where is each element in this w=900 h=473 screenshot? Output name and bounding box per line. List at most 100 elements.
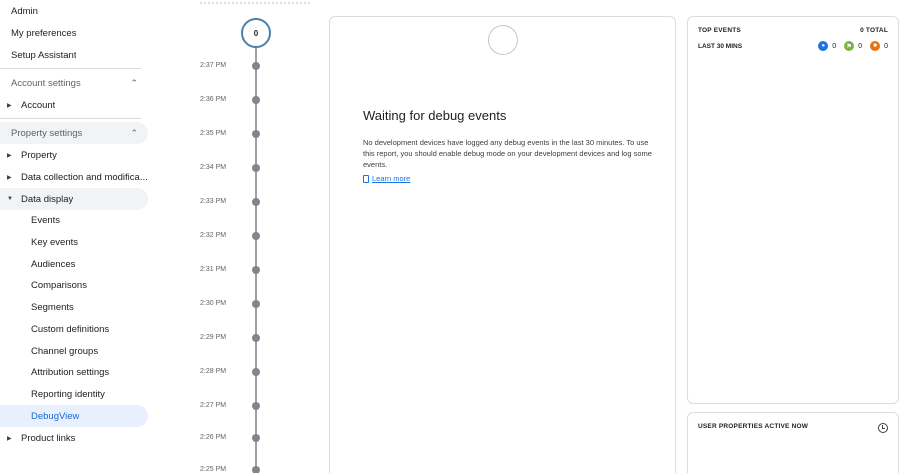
timeline-time: 2:28 PM	[200, 368, 227, 375]
nav-key-events[interactable]: Key events	[0, 231, 148, 253]
nav-data-display-label: Data display	[21, 193, 74, 205]
timeline-dot[interactable]	[252, 368, 260, 376]
timeline-dot[interactable]	[252, 62, 260, 70]
timeline-dot[interactable]	[252, 96, 260, 104]
nav-my-preferences-label: My preferences	[11, 27, 77, 39]
nav-property[interactable]: ▶ Property	[0, 144, 148, 166]
nav-reporting-identity[interactable]: Reporting identity	[0, 383, 148, 405]
timeline-time: 2:34 PM	[200, 164, 227, 171]
timeline-tick[interactable]: 2:28 PM	[180, 366, 320, 378]
panel-title: Waiting for debug events	[363, 108, 507, 123]
timeline-dot[interactable]	[252, 232, 260, 240]
nav-admin-label: Admin	[11, 5, 38, 17]
person-count[interactable]: ● 0	[818, 41, 836, 51]
nav-events[interactable]: Events	[0, 209, 148, 231]
user-properties-title: USER PROPERTIES ACTIVE NOW	[698, 423, 809, 430]
timeline-tick[interactable]: 2:37 PM	[180, 60, 320, 72]
nav-product-links[interactable]: ▶ Product links	[0, 427, 148, 449]
timeline-time: 2:33 PM	[200, 198, 227, 205]
nav-setup-assistant[interactable]: Setup Assistant	[0, 44, 148, 66]
nav-channel-groups-label: Channel groups	[31, 345, 99, 357]
nav-account-label: Account	[21, 99, 56, 111]
nav-account[interactable]: ▶ Account	[0, 94, 148, 116]
timeline-time: 2:36 PM	[200, 96, 227, 103]
timeline-count: 0	[253, 28, 259, 38]
flag-count[interactable]: ⚑ 0	[844, 41, 862, 51]
nav-events-label: Events	[31, 214, 61, 226]
nav-segments-label: Segments	[31, 301, 74, 313]
top-events-total: 0 TOTAL	[860, 27, 888, 34]
nav-custom-definitions[interactable]: Custom definitions	[0, 318, 148, 340]
timeline-tick[interactable]: 2:26 PM	[180, 432, 320, 444]
user-properties-header: USER PROPERTIES ACTIVE NOW	[698, 423, 888, 433]
panel-description: No development devices have logged any d…	[363, 138, 652, 169]
history-icon[interactable]	[878, 423, 888, 433]
caret-right-icon: ▶	[7, 174, 12, 181]
timeline-dot[interactable]	[252, 402, 260, 410]
section-property-settings[interactable]: Property settings ⌃	[0, 122, 148, 144]
nav-segments[interactable]: Segments	[0, 296, 148, 318]
nav-audiences-label: Audiences	[31, 258, 76, 270]
nav-comparisons[interactable]: Comparisons	[0, 274, 148, 296]
nav-channel-groups[interactable]: Channel groups	[0, 340, 148, 362]
learn-more-link[interactable]: Learn more	[363, 174, 410, 183]
timeline-tick[interactable]: 2:33 PM	[180, 196, 320, 208]
timeline-tick[interactable]: 2:32 PM	[180, 230, 320, 242]
timeline-dot[interactable]	[252, 434, 260, 442]
timeline-tick[interactable]: 2:35 PM	[180, 128, 320, 140]
nav-admin[interactable]: Admin	[0, 0, 148, 22]
nav-attribution-settings-label: Attribution settings	[31, 366, 110, 378]
person-count-value: 0	[832, 42, 837, 50]
top-events-title: TOP EVENTS	[698, 27, 741, 34]
person-icon: ●	[818, 41, 829, 51]
caret-down-icon: ▼	[7, 196, 13, 202]
timeline-tick[interactable]: 2:31 PM	[180, 264, 320, 276]
flag-icon: ⚑	[844, 41, 855, 51]
timeline-tick[interactable]: 2:30 PM	[180, 298, 320, 310]
chevron-up-icon: ⌃	[130, 77, 138, 88]
nav-my-preferences[interactable]: My preferences	[0, 22, 148, 44]
timeline-dot[interactable]	[252, 164, 260, 172]
nav-key-events-label: Key events	[31, 236, 78, 248]
timeline-count-circle[interactable]: 0	[241, 18, 271, 48]
timeline-time: 2:25 PM	[200, 466, 227, 473]
timeline-dot[interactable]	[252, 130, 260, 138]
timeline-time: 2:27 PM	[200, 402, 227, 409]
timeline-time: 2:26 PM	[200, 434, 227, 441]
nav-reporting-identity-label: Reporting identity	[31, 388, 105, 400]
nav-comparisons-label: Comparisons	[31, 279, 87, 291]
timeline-tick[interactable]: 2:25 PM	[180, 464, 320, 473]
nav-product-links-label: Product links	[21, 432, 76, 444]
timeline-dot[interactable]	[252, 334, 260, 342]
timeline-tick[interactable]: 2:36 PM	[180, 94, 320, 106]
nav-data-collection[interactable]: ▶ Data collection and modifica...	[0, 166, 148, 188]
timeline-tick[interactable]: 2:27 PM	[180, 400, 320, 412]
nav-debugview-label: DebugView	[31, 410, 80, 422]
alert-count[interactable]: ■ 0	[870, 41, 888, 51]
nav-data-display[interactable]: ▼ Data display	[0, 188, 148, 210]
document-icon	[363, 174, 369, 183]
nav-audiences[interactable]: Audiences	[0, 253, 148, 275]
time-range-label: LAST 30 MINS	[698, 42, 743, 50]
section-account-settings[interactable]: Account settings ⌃	[0, 72, 148, 94]
nav-property-label: Property	[21, 149, 57, 161]
event-counts: ● 0 ⚑ 0 ■ 0	[818, 41, 888, 51]
timeline-dot[interactable]	[252, 466, 260, 473]
learn-more-label: Learn more	[372, 174, 411, 183]
nav-debugview[interactable]: DebugView	[0, 405, 148, 427]
caret-right-icon: ▶	[7, 102, 12, 109]
alert-icon: ■	[870, 41, 881, 51]
timeline-time: 2:37 PM	[200, 62, 227, 69]
divider	[0, 68, 141, 69]
timeline-tick[interactable]: 2:34 PM	[180, 162, 320, 174]
caret-right-icon: ▶	[7, 152, 12, 159]
nav-attribution-settings[interactable]: Attribution settings	[0, 361, 148, 383]
debug-events-panel: Waiting for debug events No development …	[329, 16, 676, 473]
nav-custom-definitions-label: Custom definitions	[31, 323, 110, 335]
debug-timeline: 0 2:37 PM 2:36 PM 2:35 PM 2:34 PM 2:33 P…	[180, 0, 320, 473]
timeline-dot[interactable]	[252, 266, 260, 274]
divider	[0, 118, 141, 119]
timeline-dot[interactable]	[252, 300, 260, 308]
timeline-dot[interactable]	[252, 198, 260, 206]
timeline-tick[interactable]: 2:29 PM	[180, 332, 320, 344]
